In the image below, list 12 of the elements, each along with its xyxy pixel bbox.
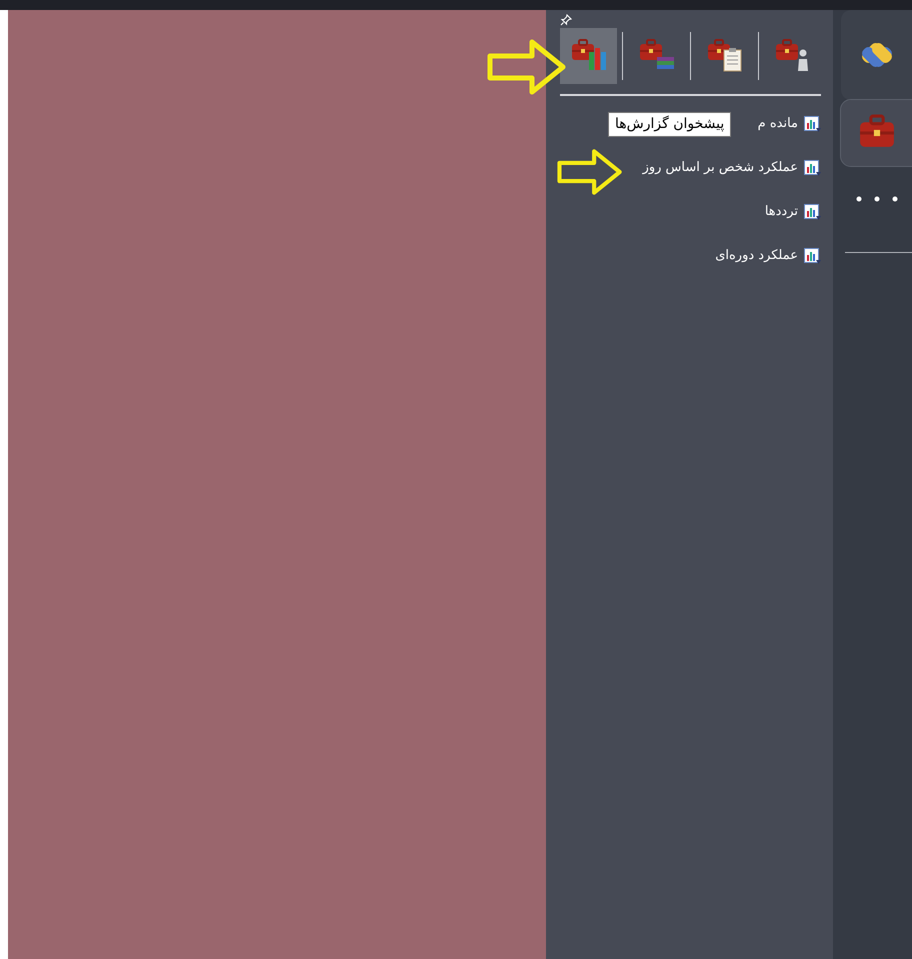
menu-item[interactable]: عملکرد دوره‌ای [715, 234, 821, 278]
tooltip: پیشخوان گزارش‌ها [608, 112, 732, 137]
report-icon [804, 204, 821, 220]
pin-icon[interactable] [560, 14, 572, 26]
annotation-arrow [557, 148, 623, 196]
report-icon [804, 160, 821, 176]
menu-item[interactable]: ترددها [764, 190, 821, 234]
menu-item[interactable]: مانده م [758, 102, 821, 146]
report-icon [804, 248, 821, 264]
logo-tab[interactable] [841, 10, 912, 100]
report-icon [804, 116, 821, 132]
menu-item[interactable]: عملکرد شخص بر اساس روز [642, 146, 821, 190]
